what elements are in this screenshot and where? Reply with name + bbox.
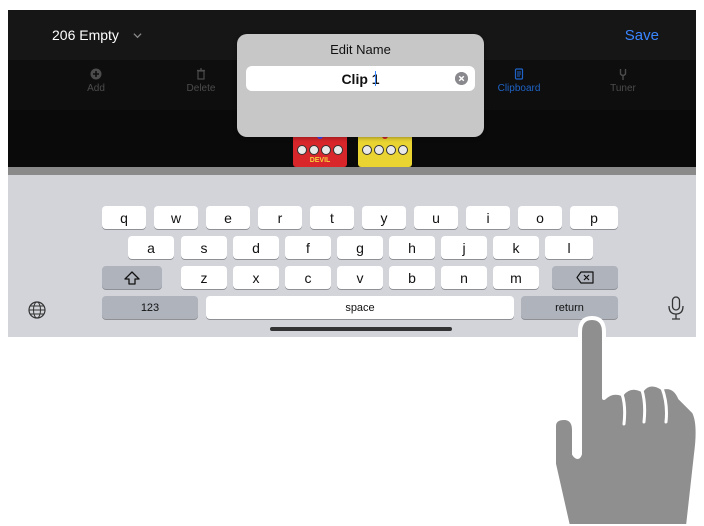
knob-icon bbox=[386, 145, 396, 155]
toolbar-clipboard-button[interactable]: Clipboard bbox=[484, 68, 554, 94]
key-l[interactable]: l bbox=[545, 236, 593, 259]
preset-name: 206 Empty bbox=[52, 27, 119, 43]
toolbar-add-button[interactable]: Add bbox=[61, 68, 131, 94]
knob-icon bbox=[297, 145, 307, 155]
backspace-icon bbox=[576, 271, 594, 284]
dialog-title: Edit Name bbox=[330, 42, 391, 57]
shift-arrow-icon bbox=[124, 270, 140, 285]
tap-hand-icon bbox=[552, 316, 700, 526]
toolbar-delete-button[interactable]: Delete bbox=[166, 68, 236, 94]
toolbar-add-label: Add bbox=[87, 83, 105, 94]
key-m[interactable]: m bbox=[493, 266, 539, 289]
toolbar-tuner-label: Tuner bbox=[610, 83, 636, 94]
backspace-key[interactable] bbox=[552, 266, 618, 289]
text-caret bbox=[375, 71, 376, 86]
key-t[interactable]: t bbox=[310, 206, 354, 229]
globe-icon[interactable] bbox=[28, 301, 46, 319]
knob-icon bbox=[321, 145, 331, 155]
save-button[interactable]: Save bbox=[625, 27, 659, 44]
key-f[interactable]: f bbox=[285, 236, 331, 259]
space-key[interactable]: space bbox=[206, 296, 514, 319]
knob-icon bbox=[398, 145, 408, 155]
key-s[interactable]: s bbox=[181, 236, 227, 259]
pedal-label: DEVIL bbox=[309, 157, 331, 164]
key-g[interactable]: g bbox=[337, 236, 383, 259]
home-indicator bbox=[270, 327, 452, 331]
divider-strip bbox=[8, 167, 696, 175]
key-u[interactable]: u bbox=[414, 206, 458, 229]
key-b[interactable]: b bbox=[389, 266, 435, 289]
trash-icon bbox=[197, 68, 205, 80]
pedal-knobs bbox=[362, 145, 408, 155]
numbers-key[interactable]: 123 bbox=[102, 296, 198, 319]
tuning-fork-icon bbox=[619, 69, 627, 80]
key-p[interactable]: p bbox=[570, 206, 618, 229]
plus-circle-icon bbox=[90, 68, 102, 80]
key-r[interactable]: r bbox=[258, 206, 302, 229]
toolbar-delete-label: Delete bbox=[186, 83, 216, 94]
clear-text-icon[interactable] bbox=[455, 72, 468, 85]
key-c[interactable]: c bbox=[285, 266, 331, 289]
edit-name-dialog: Edit Name bbox=[237, 34, 484, 137]
key-n[interactable]: n bbox=[441, 266, 487, 289]
key-w[interactable]: w bbox=[154, 206, 198, 229]
preset-selector[interactable]: 206 Empty bbox=[52, 27, 142, 43]
key-h[interactable]: h bbox=[389, 236, 435, 259]
key-k[interactable]: k bbox=[493, 236, 539, 259]
knob-icon bbox=[309, 145, 319, 155]
key-q[interactable]: q bbox=[102, 206, 146, 229]
name-input[interactable] bbox=[246, 66, 475, 91]
chevron-down-icon bbox=[133, 32, 142, 38]
key-y[interactable]: y bbox=[362, 206, 406, 229]
knob-icon bbox=[374, 145, 384, 155]
key-i[interactable]: i bbox=[466, 206, 510, 229]
key-o[interactable]: o bbox=[518, 206, 562, 229]
toolbar-tuner-button[interactable]: Tuner bbox=[588, 68, 658, 94]
clipboard-icon bbox=[514, 68, 524, 80]
key-z[interactable]: z bbox=[181, 266, 227, 289]
key-d[interactable]: d bbox=[233, 236, 279, 259]
key-e[interactable]: e bbox=[206, 206, 250, 229]
key-v[interactable]: v bbox=[337, 266, 383, 289]
key-x[interactable]: x bbox=[233, 266, 279, 289]
key-a[interactable]: a bbox=[128, 236, 174, 259]
knob-icon bbox=[362, 145, 372, 155]
shift-key[interactable] bbox=[102, 266, 162, 289]
toolbar-clipboard-label: Clipboard bbox=[497, 83, 541, 94]
pedal-knobs bbox=[297, 145, 343, 155]
knob-icon bbox=[333, 145, 343, 155]
key-j[interactable]: j bbox=[441, 236, 487, 259]
